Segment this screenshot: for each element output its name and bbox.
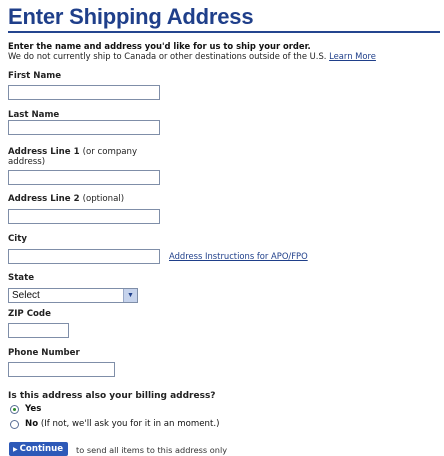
page-title: Enter Shipping Address <box>8 4 254 29</box>
billing-no-hint: (If not, we'll ask you for it in an mome… <box>40 419 220 429</box>
address-line-2-hint: (optional) <box>82 194 125 204</box>
first-name-field[interactable] <box>8 85 160 100</box>
first-name-label: First Name <box>8 71 62 81</box>
address-line-2-field[interactable] <box>8 209 160 224</box>
intro-text: Enter the name and address you'd like fo… <box>8 41 440 61</box>
city-label: City <box>8 234 27 244</box>
zip-code-label: ZIP Code <box>8 309 51 319</box>
billing-question: Is this address also your billing addres… <box>8 391 216 401</box>
address-line-1-label: Address Line 1 (or company address) <box>8 147 148 167</box>
last-name-field[interactable] <box>8 120 160 135</box>
city-field[interactable] <box>8 249 160 264</box>
billing-yes-radio[interactable] <box>10 404 19 414</box>
state-select-value: Select <box>12 290 40 301</box>
zip-code-field[interactable] <box>8 323 69 338</box>
state-select[interactable]: Select ▼ <box>8 288 138 303</box>
billing-no-radio[interactable] <box>10 419 19 429</box>
billing-no-label: No <box>25 419 39 429</box>
state-label: State <box>8 273 35 283</box>
address-line-2-label: Address Line 2 (optional) <box>8 194 124 204</box>
address-line-1-label-text: Address Line 1 <box>8 147 80 157</box>
intro-instruction: Enter the name and address you'd like fo… <box>8 41 311 51</box>
billing-no-option[interactable]: No (If not, we'll ask you for it in an m… <box>10 419 219 429</box>
learn-more-link[interactable]: Learn More <box>329 51 376 61</box>
continue-button-label: Continue <box>19 444 64 454</box>
phone-number-label: Phone Number <box>8 348 80 358</box>
apo-fpo-instructions-link[interactable]: Address Instructions for APO/FPO <box>169 251 308 261</box>
last-name-label: Last Name <box>8 110 60 120</box>
play-arrow-icon: ▶ <box>13 445 18 453</box>
billing-yes-label: Yes <box>25 404 42 414</box>
billing-yes-option[interactable]: Yes <box>10 404 41 414</box>
chevron-down-icon[interactable]: ▼ <box>123 289 137 302</box>
shipping-address-page: Enter Shipping Address Enter the name an… <box>0 0 444 456</box>
intro-note: We do not currently ship to Canada or ot… <box>8 51 327 61</box>
continue-note: to send all items to this address only <box>76 445 228 455</box>
title-divider <box>8 31 440 33</box>
continue-button[interactable]: ▶ Continue <box>9 442 69 456</box>
phone-number-field[interactable] <box>8 362 115 377</box>
address-line-1-field[interactable] <box>8 170 160 185</box>
address-line-2-label-text: Address Line 2 <box>8 194 80 204</box>
